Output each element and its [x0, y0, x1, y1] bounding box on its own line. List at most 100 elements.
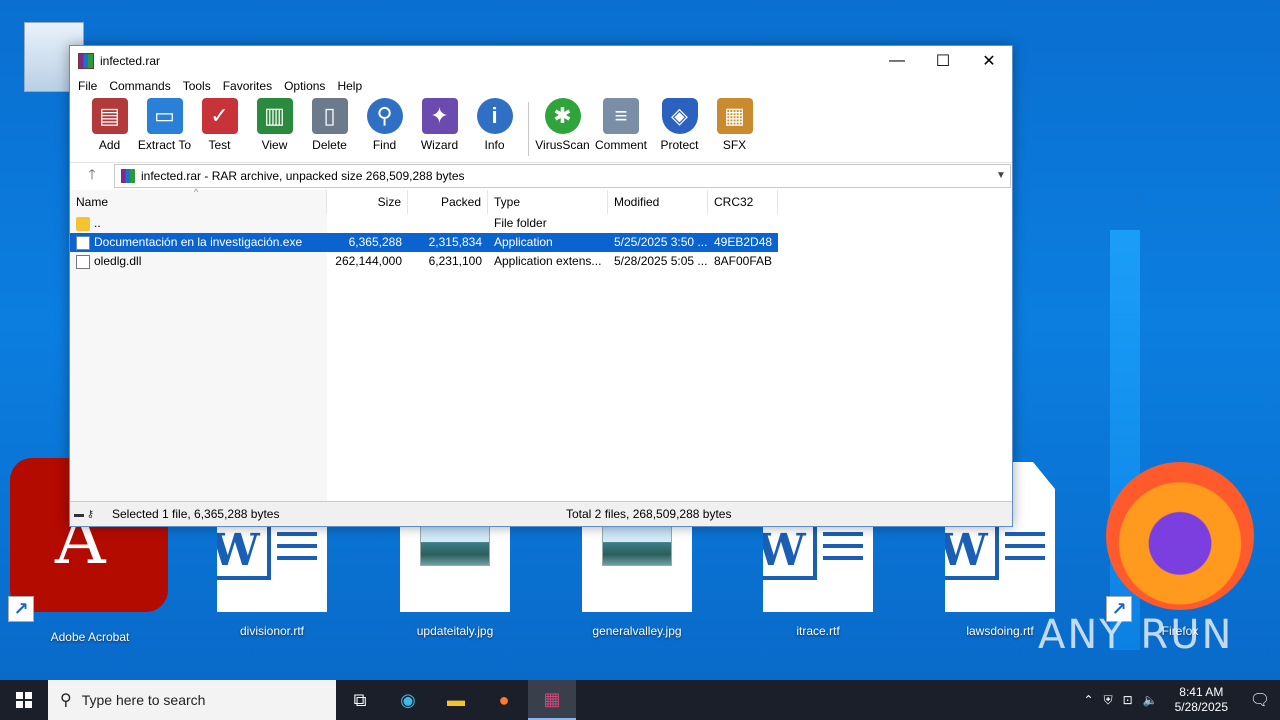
file-modified: 5/25/2025 3:50 ... [614, 235, 708, 249]
file-size: 6,365,288 [348, 235, 402, 249]
desktop-item-label: Adobe Acrobat [50, 630, 130, 644]
chevron-down-icon[interactable]: ▼ [992, 170, 1010, 181]
taskbar: ⚲ Type here to search ⧉ ◉ ▬ ● ▦ ⌃ ⛨ ⊡ 🔈 … [0, 680, 1280, 720]
file-crc32: 8AF00FAB [714, 254, 773, 268]
taskbar-search[interactable]: ⚲ Type here to search [48, 680, 336, 720]
comment-button-label: Comment [594, 138, 647, 152]
network-icon[interactable]: ⊡ [1118, 693, 1138, 707]
protect-button[interactable]: ◈ Protect [652, 98, 707, 152]
find-button[interactable]: ⚲ Find [357, 98, 412, 152]
address-text: infected.rar - RAR archive, unpacked siz… [141, 168, 465, 183]
file-explorer-icon[interactable]: ▬ [432, 680, 480, 720]
firefox-taskbar-icon[interactable]: ● [480, 680, 528, 720]
wizard-icon: ✦ [421, 98, 458, 134]
test-button[interactable]: ✓ Test [192, 98, 247, 152]
start-button[interactable] [0, 680, 48, 720]
menu-commands[interactable]: Commands [103, 79, 176, 93]
clock-date: 5/28/2025 [1174, 700, 1228, 714]
wizard-button[interactable]: ✦ Wizard [412, 98, 467, 152]
clock-time: 8:41 AM [1179, 685, 1224, 699]
title-bar: infected.rar — ☐ ✕ [70, 46, 1012, 76]
up-arrow-icon[interactable]: 🡑 [70, 164, 114, 188]
close-button[interactable]: ✕ [966, 46, 1012, 76]
folder-icon [76, 216, 90, 231]
firefox-icon [1106, 462, 1254, 610]
system-tray: ⌃ ⛨ ⊡ 🔈 8:41 AM 5/28/2025 🗨 [1079, 685, 1280, 715]
shortcut-arrow-icon: ↗ [8, 596, 34, 622]
desktop-item-label: generalvalley.jpg [592, 624, 682, 638]
column-header-packed[interactable]: Packed [408, 190, 488, 214]
address-field[interactable]: infected.rar - RAR archive, unpacked siz… [114, 163, 1011, 188]
column-header-crc32[interactable]: CRC32 [708, 190, 778, 214]
window-title: infected.rar [100, 54, 161, 68]
menu-favorites[interactable]: Favorites [217, 79, 278, 93]
sfx-icon: ▦ [716, 98, 753, 134]
desktop-item-label: divisionor.rtf [239, 624, 305, 638]
file-size [327, 214, 408, 233]
file-crc32: 49EB2D48 [714, 235, 773, 249]
winrar-app-icon [78, 53, 94, 69]
test-button-label: Test [208, 138, 231, 152]
file-type: Application extens... [494, 254, 602, 268]
desktop-item-label: updateitaly.jpg [416, 624, 494, 638]
menu-help[interactable]: Help [331, 79, 368, 93]
file-packed [408, 214, 488, 233]
exe-icon [76, 235, 90, 250]
view-button[interactable]: ▥ View [247, 98, 302, 152]
file-name: .. [94, 216, 101, 230]
status-total: Total 2 files, 268,509,288 bytes [566, 507, 732, 521]
extract-icon: ▭ [146, 98, 183, 134]
menu-tools[interactable]: Tools [177, 79, 217, 93]
address-bar: 🡑 infected.rar - RAR archive, unpacked s… [70, 162, 1012, 188]
maximize-button[interactable]: ☐ [920, 46, 966, 76]
wizard-button-label: Wizard [420, 138, 459, 152]
protect-button-label: Protect [660, 138, 699, 152]
file-packed: 2,315,834 [428, 235, 482, 249]
menu-options[interactable]: Options [278, 79, 331, 93]
task-view-icon[interactable]: ⧉ [336, 680, 384, 720]
sfx-button[interactable]: ▦ SFX [707, 98, 762, 152]
column-header-row: Name Size Packed Type Modified CRC32 [70, 190, 778, 214]
dll-icon [76, 254, 90, 269]
virusscan-button[interactable]: ✱ VirusScan [535, 98, 590, 152]
notification-icon[interactable]: 🗨 [1240, 690, 1280, 710]
menu-file[interactable]: File [72, 79, 103, 93]
status-selected: Selected 1 file, 6,365,288 bytes [112, 507, 280, 521]
volume-icon[interactable]: 🔈 [1138, 693, 1163, 707]
column-header-modified[interactable]: Modified [608, 190, 708, 214]
toolbar-separator [528, 102, 529, 156]
clock[interactable]: 8:41 AM 5/28/2025 [1163, 685, 1240, 715]
delete-button[interactable]: ▯ Delete [302, 98, 357, 152]
protect-icon: ◈ [661, 98, 698, 134]
find-icon: ⚲ [366, 98, 403, 134]
column-header-type[interactable]: Type [488, 190, 608, 214]
file-packed: 6,231,100 [428, 254, 482, 268]
sort-caret-icon: ^ [194, 187, 199, 197]
toolbar: ▤ Add ▭ Extract To ✓ Test ▥ View ▯ Delet… [70, 96, 1012, 162]
security-icon[interactable]: ⛨ [1099, 693, 1118, 708]
column-header-name[interactable]: Name [70, 190, 327, 214]
winrar-taskbar-icon[interactable]: ▦ [528, 680, 576, 720]
minimize-button[interactable]: — [874, 46, 920, 76]
file-row-exe[interactable]: Documentación en la investigación.exe 6,… [70, 233, 778, 252]
anyrun-watermark: ANY RUN [1038, 612, 1234, 658]
file-row-parent-folder[interactable]: .. File folder [70, 214, 778, 233]
view-button-label: View [261, 138, 288, 152]
chevron-up-icon[interactable]: ⌃ [1079, 693, 1099, 707]
extract-to-button[interactable]: ▭ Extract To [137, 98, 192, 152]
file-list: Name Size Packed Type Modified CRC32 ^ .… [70, 187, 1012, 501]
desktop-item-label: itrace.rtf [796, 624, 840, 638]
add-button[interactable]: ▤ Add [82, 98, 137, 152]
file-modified: 5/28/2025 5:05 ... [614, 254, 708, 268]
file-name: Documentación en la investigación.exe [94, 235, 303, 249]
file-row-dll[interactable]: oledlg.dll 262,144,000 6,231,100 Applica… [70, 252, 778, 271]
file-type: Application [494, 235, 553, 249]
edge-icon[interactable]: ◉ [384, 680, 432, 720]
file-crc32 [708, 214, 778, 233]
sfx-button-label: SFX [722, 138, 747, 152]
search-icon: ⚲ [60, 692, 72, 709]
info-icon: i [476, 98, 513, 134]
info-button[interactable]: i Info [467, 98, 522, 152]
comment-button[interactable]: ≡ Comment [590, 98, 652, 152]
column-header-size[interactable]: Size [327, 190, 408, 214]
